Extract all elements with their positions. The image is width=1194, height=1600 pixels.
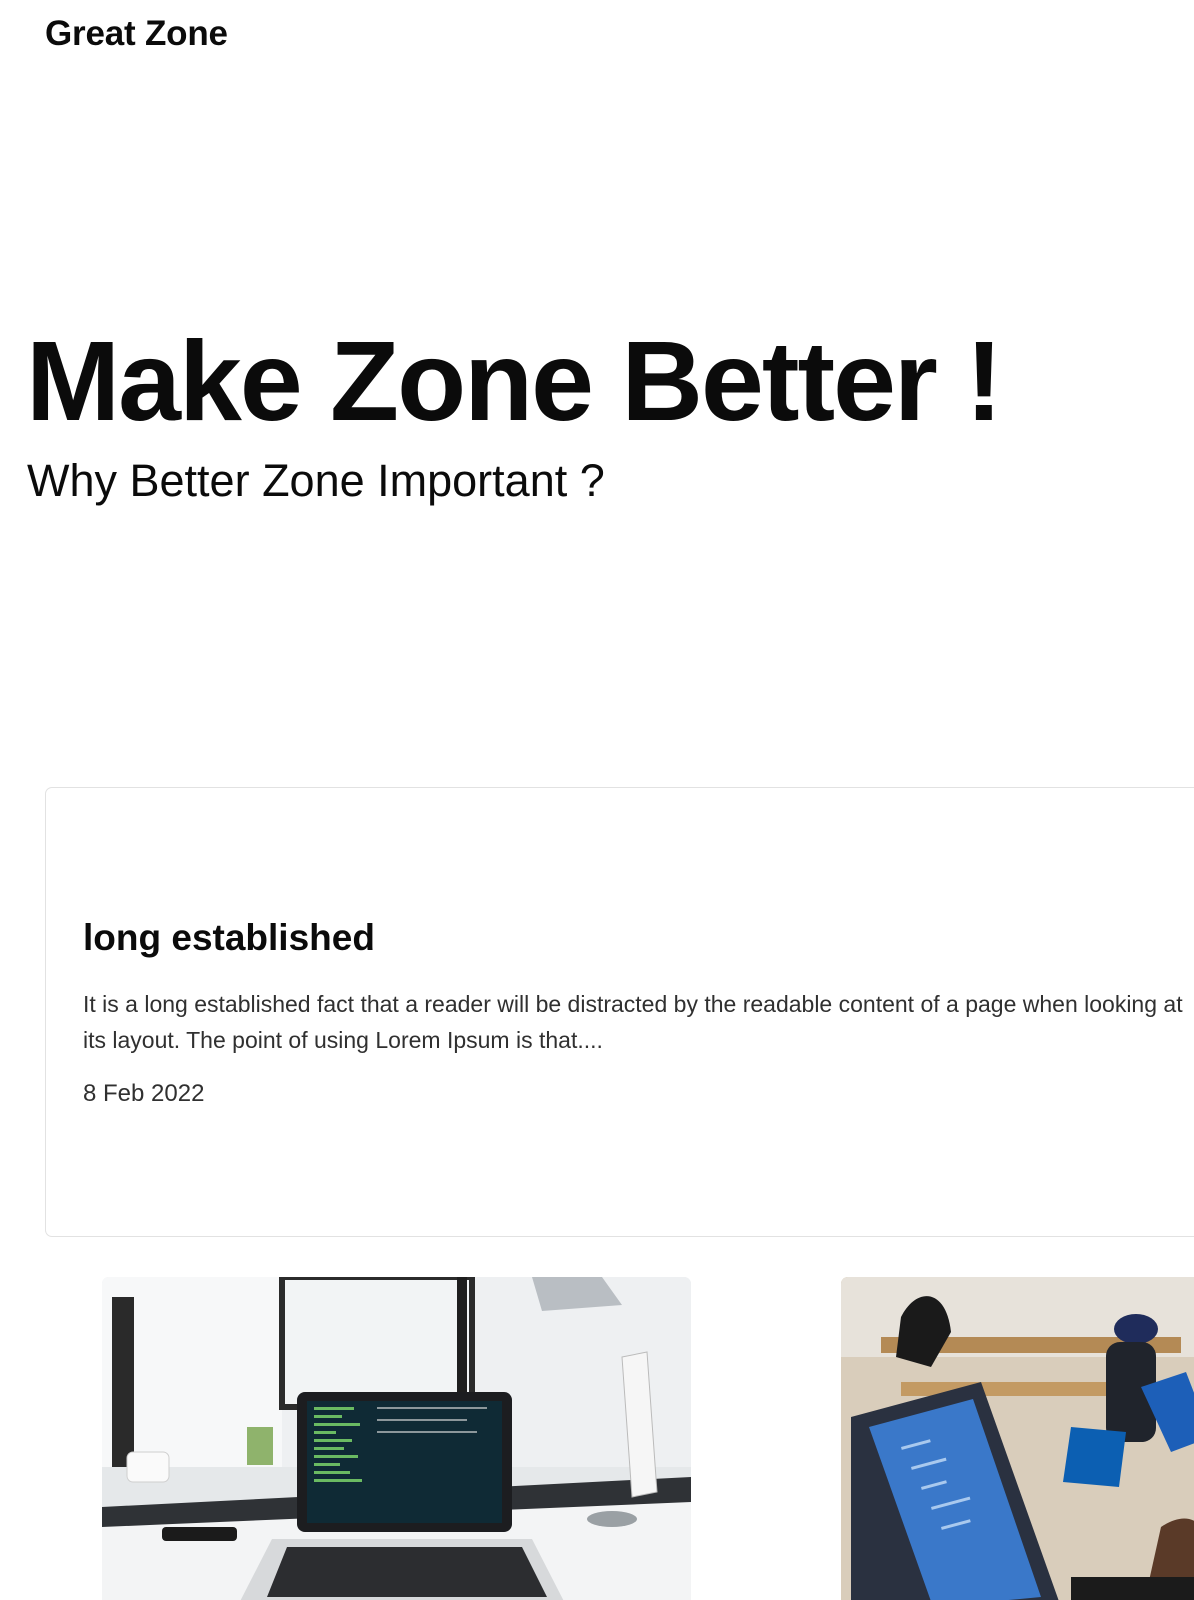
post-excerpt-line-2: its layout. The point of using Lorem Ips… <box>83 1027 603 1053</box>
brand-logo[interactable]: Great Zone <box>45 14 228 54</box>
post-excerpt: It is a long established fact that a rea… <box>83 986 1194 1058</box>
page: Great Zone Make Zone Better ! Why Better… <box>0 0 1194 1600</box>
featured-post-card[interactable]: long established It is a long establishe… <box>45 787 1194 1237</box>
laptop-desk-photo <box>102 1277 691 1600</box>
laptop-on-desk-image[interactable] <box>102 1277 691 1600</box>
people-coding-image[interactable] <box>841 1277 1194 1600</box>
hero-subtitle: Why Better Zone Important ? <box>27 455 605 506</box>
post-date: 8 Feb 2022 <box>83 1080 205 1107</box>
office-coding-photo <box>841 1277 1194 1600</box>
post-excerpt-line-1: It is a long established fact that a rea… <box>83 991 1183 1017</box>
post-title[interactable]: long established <box>83 917 375 959</box>
hero-title: Make Zone Better ! <box>26 318 1003 444</box>
